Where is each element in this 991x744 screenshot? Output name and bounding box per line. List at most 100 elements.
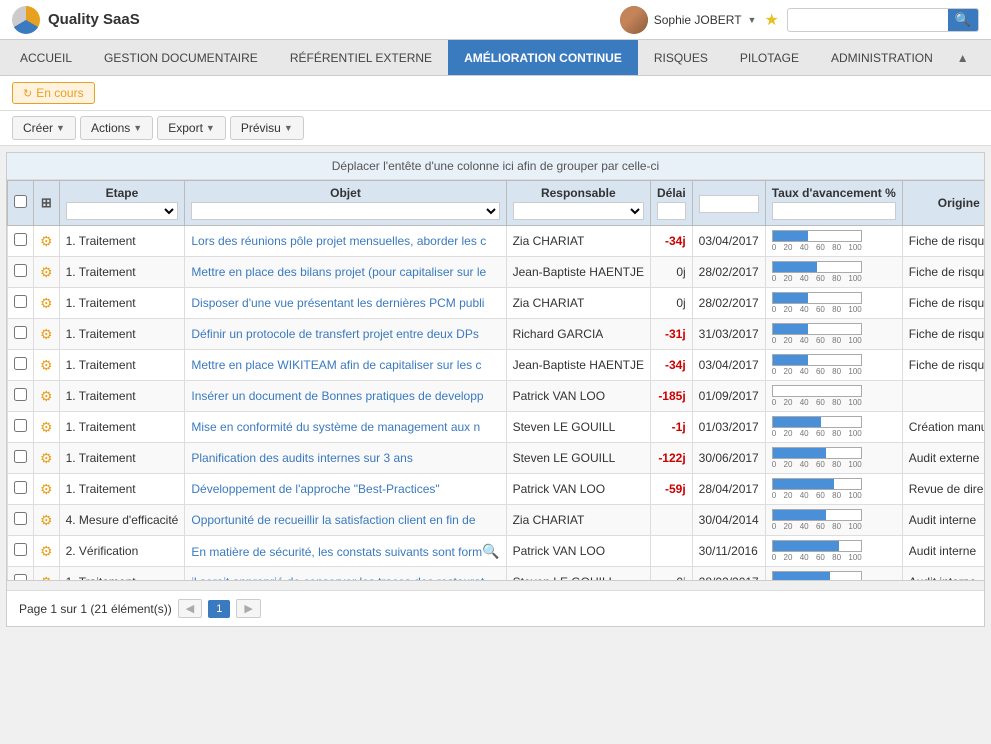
- nav-accueil[interactable]: ACCUEIL: [4, 40, 88, 75]
- row-objet-link[interactable]: En matière de sécurité, les constats sui…: [191, 545, 482, 559]
- row-checkbox[interactable]: [14, 295, 27, 308]
- row-objet-link[interactable]: Opportunité de recueillir la satisfactio…: [191, 513, 475, 527]
- actions-button[interactable]: Actions ▼: [80, 116, 153, 140]
- sub-toolbar: ↻ En cours: [0, 76, 991, 111]
- row-date-cell: 01/09/2017: [692, 381, 765, 412]
- row-checkbox[interactable]: [14, 512, 27, 525]
- nav-pilotage[interactable]: PILOTAGE: [724, 40, 815, 75]
- search-input[interactable]: [788, 10, 948, 30]
- page-1-button[interactable]: 1: [208, 600, 230, 618]
- row-objet-link[interactable]: Mettre en place des bilans projet (pour …: [191, 265, 486, 279]
- gear-icon[interactable]: ⚙: [40, 543, 53, 559]
- gear-icon[interactable]: ⚙: [40, 419, 53, 435]
- page-next-button[interactable]: ▶: [236, 599, 260, 618]
- progress-bar-wrap: 020406080100: [772, 571, 882, 580]
- row-objet-link[interactable]: Disposer d'une vue présentant les derniè…: [191, 296, 484, 310]
- row-objet-link[interactable]: Définir un protocole de transfert projet…: [191, 327, 478, 341]
- row-objet-link[interactable]: Planification des audits internes sur 3 …: [191, 451, 412, 465]
- page-prev-button[interactable]: ◀: [178, 599, 202, 618]
- search-button[interactable]: 🔍: [948, 9, 978, 31]
- gear-icon[interactable]: ⚙: [40, 264, 53, 280]
- row-delai-cell: -185j: [650, 381, 692, 412]
- row-objet-cell: Disposer d'une vue présentant les derniè…: [185, 288, 506, 319]
- row-checkbox[interactable]: [14, 388, 27, 401]
- table-wrapper[interactable]: ⊞ Etape Objet: [7, 180, 984, 580]
- col-header-taux[interactable]: Taux d'avancement %: [765, 181, 902, 226]
- gear-icon[interactable]: ⚙: [40, 574, 53, 581]
- row-checkbox[interactable]: [14, 264, 27, 277]
- nav-referentiel[interactable]: RÉFÉRENTIEL EXTERNE: [274, 40, 448, 75]
- row-objet-cell: Mise en conformité du système de managem…: [185, 412, 506, 443]
- gear-icon[interactable]: ⚙: [40, 512, 53, 528]
- row-taux-cell: 020406080100: [765, 567, 902, 581]
- row-objet-link[interactable]: Insérer un document de Bonnes pratiques …: [191, 389, 483, 403]
- objet-filter-select[interactable]: [191, 202, 499, 220]
- row-gear-cell: ⚙: [34, 350, 60, 381]
- row-delai-value: -34j: [665, 358, 686, 372]
- nav-collapse-button[interactable]: ▲: [949, 47, 977, 69]
- user-area[interactable]: Sophie JOBERT ▼: [620, 6, 757, 34]
- row-objet-link[interactable]: Mise en conformité du système de managem…: [191, 420, 480, 434]
- nav-administration[interactable]: ADMINISTRATION: [815, 40, 949, 75]
- row-checkbox[interactable]: [14, 233, 27, 246]
- gear-icon[interactable]: ⚙: [40, 388, 53, 404]
- row-checkbox[interactable]: [14, 450, 27, 463]
- previsu-button[interactable]: Prévisu ▼: [230, 116, 304, 140]
- gear-icon[interactable]: ⚙: [40, 357, 53, 373]
- col-taux-label: Taux d'avancement %: [772, 186, 896, 200]
- delai-filter-input[interactable]: [657, 202, 686, 220]
- row-checkbox[interactable]: [14, 543, 27, 556]
- progress-bar-wrap: 020406080100: [772, 385, 882, 407]
- nav-risques[interactable]: RISQUES: [638, 40, 724, 75]
- row-checkbox[interactable]: [14, 326, 27, 339]
- favorite-icon[interactable]: ★: [764, 10, 778, 30]
- row-origine-cell: Fiche de risque: [902, 257, 984, 288]
- user-dropdown-icon: ▼: [748, 15, 757, 25]
- filter-tag-label: En cours: [36, 86, 83, 100]
- export-button[interactable]: Export ▼: [157, 116, 226, 140]
- gear-icon[interactable]: ⚙: [40, 326, 53, 342]
- progress-bar-wrap: 020406080100: [772, 261, 882, 283]
- row-objet-link[interactable]: il serait approprié de conserver les tra…: [191, 575, 484, 580]
- col-header-responsable[interactable]: Responsable: [506, 181, 650, 226]
- row-objet-link[interactable]: Lors des réunions pôle projet mensuelles…: [191, 234, 486, 248]
- responsable-filter-select[interactable]: [513, 202, 644, 220]
- row-checkbox[interactable]: [14, 481, 27, 494]
- table-row: ⚙1. TraitementInsérer un document de Bon…: [8, 381, 985, 412]
- gear-icon[interactable]: ⚙: [40, 233, 53, 249]
- row-origine-cell: Audit externe: [902, 443, 984, 474]
- col-header-delai[interactable]: Délai: [650, 181, 692, 226]
- nav-gestion[interactable]: GESTION DOCUMENTAIRE: [88, 40, 274, 75]
- taux-filter-input[interactable]: [772, 202, 896, 220]
- expand-all-icon[interactable]: ⊞: [41, 195, 52, 210]
- row-checkbox-cell: [8, 257, 34, 288]
- gear-icon[interactable]: ⚙: [40, 481, 53, 497]
- row-objet-link[interactable]: Développement de l'approche "Best-Practi…: [191, 482, 439, 496]
- row-checkbox[interactable]: [14, 357, 27, 370]
- row-delai-value: -59j: [665, 482, 686, 496]
- col-header-origine[interactable]: Origine: [902, 181, 984, 226]
- row-responsable-cell: Steven LE GOUILL: [506, 412, 650, 443]
- row-checkbox[interactable]: [14, 419, 27, 432]
- row-checkbox[interactable]: [14, 574, 27, 580]
- col-header-objet[interactable]: Objet: [185, 181, 506, 226]
- table-header-row: ⊞ Etape Objet: [8, 181, 985, 226]
- horizontal-scrollbar[interactable]: [7, 580, 984, 590]
- row-checkbox-cell: [8, 443, 34, 474]
- nav-amelioration[interactable]: AMÉLIORATION CONTINUE: [448, 40, 638, 75]
- actions-dropdown-icon: ▼: [133, 123, 142, 133]
- previsu-label: Prévisu: [241, 121, 281, 135]
- col-header-date[interactable]: [692, 181, 765, 226]
- date-filter-input[interactable]: [699, 195, 759, 213]
- gear-icon[interactable]: ⚙: [40, 450, 53, 466]
- etape-filter-select[interactable]: [66, 202, 179, 220]
- filter-tag-encours[interactable]: ↻ En cours: [12, 82, 95, 104]
- creer-button[interactable]: Créer ▼: [12, 116, 76, 140]
- row-etape-cell: 1. Traitement: [59, 319, 185, 350]
- select-all-checkbox[interactable]: [14, 195, 27, 208]
- row-objet-link[interactable]: Mettre en place WIKITEAM afin de capital…: [191, 358, 481, 372]
- search-icon[interactable]: 🔍: [482, 543, 499, 560]
- progress-ticks: 020406080100: [772, 274, 862, 283]
- col-header-etape[interactable]: Etape: [59, 181, 185, 226]
- gear-icon[interactable]: ⚙: [40, 295, 53, 311]
